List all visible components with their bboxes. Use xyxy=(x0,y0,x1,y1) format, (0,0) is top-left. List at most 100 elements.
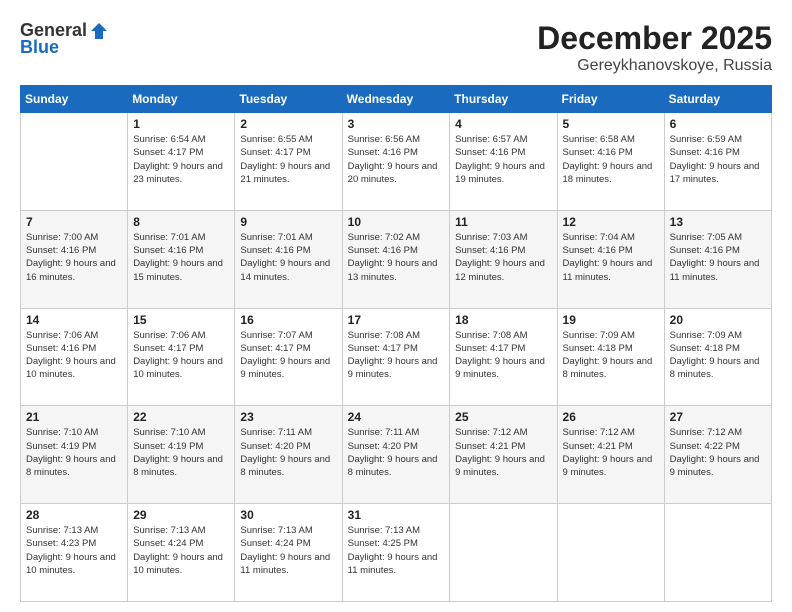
day-info: Sunrise: 7:08 AMSunset: 4:17 PMDaylight:… xyxy=(455,329,551,382)
calendar-week-4: 21 Sunrise: 7:10 AMSunset: 4:19 PMDaylig… xyxy=(21,406,772,504)
day-number: 2 xyxy=(240,117,336,131)
weekday-header-row: SundayMondayTuesdayWednesdayThursdayFrid… xyxy=(21,86,772,113)
page: General Blue December 2025 Gereykhanovsk… xyxy=(0,0,792,612)
day-number: 17 xyxy=(348,313,445,327)
weekday-header-saturday: Saturday xyxy=(664,86,771,113)
calendar-cell xyxy=(450,504,557,602)
calendar-cell: 16 Sunrise: 7:07 AMSunset: 4:17 PMDaylig… xyxy=(235,308,342,406)
day-number: 20 xyxy=(670,313,766,327)
day-number: 10 xyxy=(348,215,445,229)
weekday-header-monday: Monday xyxy=(128,86,235,113)
day-number: 27 xyxy=(670,410,766,424)
day-info: Sunrise: 7:09 AMSunset: 4:18 PMDaylight:… xyxy=(563,329,659,382)
day-number: 3 xyxy=(348,117,445,131)
day-info: Sunrise: 7:04 AMSunset: 4:16 PMDaylight:… xyxy=(563,231,659,284)
day-info: Sunrise: 6:54 AMSunset: 4:17 PMDaylight:… xyxy=(133,133,229,186)
day-number: 25 xyxy=(455,410,551,424)
calendar-cell: 23 Sunrise: 7:11 AMSunset: 4:20 PMDaylig… xyxy=(235,406,342,504)
calendar-table: SundayMondayTuesdayWednesdayThursdayFrid… xyxy=(20,85,772,602)
day-info: Sunrise: 7:07 AMSunset: 4:17 PMDaylight:… xyxy=(240,329,336,382)
calendar-cell: 12 Sunrise: 7:04 AMSunset: 4:16 PMDaylig… xyxy=(557,210,664,308)
day-info: Sunrise: 7:11 AMSunset: 4:20 PMDaylight:… xyxy=(348,426,445,479)
day-info: Sunrise: 6:59 AMSunset: 4:16 PMDaylight:… xyxy=(670,133,766,186)
day-info: Sunrise: 7:06 AMSunset: 4:17 PMDaylight:… xyxy=(133,329,229,382)
day-number: 21 xyxy=(26,410,122,424)
calendar-cell: 7 Sunrise: 7:00 AMSunset: 4:16 PMDayligh… xyxy=(21,210,128,308)
day-info: Sunrise: 7:10 AMSunset: 4:19 PMDaylight:… xyxy=(133,426,229,479)
calendar-cell: 25 Sunrise: 7:12 AMSunset: 4:21 PMDaylig… xyxy=(450,406,557,504)
day-info: Sunrise: 7:12 AMSunset: 4:21 PMDaylight:… xyxy=(563,426,659,479)
day-info: Sunrise: 7:01 AMSunset: 4:16 PMDaylight:… xyxy=(133,231,229,284)
day-info: Sunrise: 7:03 AMSunset: 4:16 PMDaylight:… xyxy=(455,231,551,284)
calendar-cell: 20 Sunrise: 7:09 AMSunset: 4:18 PMDaylig… xyxy=(664,308,771,406)
day-info: Sunrise: 6:58 AMSunset: 4:16 PMDaylight:… xyxy=(563,133,659,186)
calendar-cell: 1 Sunrise: 6:54 AMSunset: 4:17 PMDayligh… xyxy=(128,113,235,211)
calendar-cell: 15 Sunrise: 7:06 AMSunset: 4:17 PMDaylig… xyxy=(128,308,235,406)
calendar-cell xyxy=(21,113,128,211)
calendar-cell xyxy=(557,504,664,602)
calendar-cell: 18 Sunrise: 7:08 AMSunset: 4:17 PMDaylig… xyxy=(450,308,557,406)
day-number: 23 xyxy=(240,410,336,424)
header: General Blue December 2025 Gereykhanovsk… xyxy=(20,20,772,75)
calendar-cell: 10 Sunrise: 7:02 AMSunset: 4:16 PMDaylig… xyxy=(342,210,450,308)
calendar-week-1: 1 Sunrise: 6:54 AMSunset: 4:17 PMDayligh… xyxy=(21,113,772,211)
calendar-cell: 9 Sunrise: 7:01 AMSunset: 4:16 PMDayligh… xyxy=(235,210,342,308)
logo: General Blue xyxy=(20,20,111,58)
title-section: December 2025 Gereykhanovskoye, Russia xyxy=(537,20,772,75)
weekday-header-sunday: Sunday xyxy=(21,86,128,113)
day-number: 5 xyxy=(563,117,659,131)
calendar-cell: 24 Sunrise: 7:11 AMSunset: 4:20 PMDaylig… xyxy=(342,406,450,504)
calendar-cell: 5 Sunrise: 6:58 AMSunset: 4:16 PMDayligh… xyxy=(557,113,664,211)
logo-blue-text: Blue xyxy=(20,37,59,58)
day-info: Sunrise: 6:56 AMSunset: 4:16 PMDaylight:… xyxy=(348,133,445,186)
day-number: 13 xyxy=(670,215,766,229)
calendar-cell: 31 Sunrise: 7:13 AMSunset: 4:25 PMDaylig… xyxy=(342,504,450,602)
calendar-cell: 29 Sunrise: 7:13 AMSunset: 4:24 PMDaylig… xyxy=(128,504,235,602)
calendar-cell: 3 Sunrise: 6:56 AMSunset: 4:16 PMDayligh… xyxy=(342,113,450,211)
day-number: 6 xyxy=(670,117,766,131)
logo-icon xyxy=(89,21,109,41)
calendar-cell: 30 Sunrise: 7:13 AMSunset: 4:24 PMDaylig… xyxy=(235,504,342,602)
month-title: December 2025 xyxy=(537,20,772,57)
day-number: 8 xyxy=(133,215,229,229)
day-number: 30 xyxy=(240,508,336,522)
calendar-cell: 13 Sunrise: 7:05 AMSunset: 4:16 PMDaylig… xyxy=(664,210,771,308)
day-number: 4 xyxy=(455,117,551,131)
day-number: 18 xyxy=(455,313,551,327)
day-info: Sunrise: 7:02 AMSunset: 4:16 PMDaylight:… xyxy=(348,231,445,284)
day-number: 7 xyxy=(26,215,122,229)
day-number: 19 xyxy=(563,313,659,327)
day-info: Sunrise: 6:57 AMSunset: 4:16 PMDaylight:… xyxy=(455,133,551,186)
day-info: Sunrise: 7:08 AMSunset: 4:17 PMDaylight:… xyxy=(348,329,445,382)
day-info: Sunrise: 7:13 AMSunset: 4:24 PMDaylight:… xyxy=(133,524,229,577)
day-number: 9 xyxy=(240,215,336,229)
day-info: Sunrise: 7:06 AMSunset: 4:16 PMDaylight:… xyxy=(26,329,122,382)
day-info: Sunrise: 7:12 AMSunset: 4:22 PMDaylight:… xyxy=(670,426,766,479)
weekday-header-thursday: Thursday xyxy=(450,86,557,113)
calendar-cell: 17 Sunrise: 7:08 AMSunset: 4:17 PMDaylig… xyxy=(342,308,450,406)
calendar-cell: 2 Sunrise: 6:55 AMSunset: 4:17 PMDayligh… xyxy=(235,113,342,211)
day-info: Sunrise: 7:10 AMSunset: 4:19 PMDaylight:… xyxy=(26,426,122,479)
day-info: Sunrise: 7:13 AMSunset: 4:23 PMDaylight:… xyxy=(26,524,122,577)
day-number: 1 xyxy=(133,117,229,131)
calendar-week-3: 14 Sunrise: 7:06 AMSunset: 4:16 PMDaylig… xyxy=(21,308,772,406)
calendar-cell: 22 Sunrise: 7:10 AMSunset: 4:19 PMDaylig… xyxy=(128,406,235,504)
day-number: 22 xyxy=(133,410,229,424)
day-info: Sunrise: 6:55 AMSunset: 4:17 PMDaylight:… xyxy=(240,133,336,186)
day-number: 16 xyxy=(240,313,336,327)
day-info: Sunrise: 7:09 AMSunset: 4:18 PMDaylight:… xyxy=(670,329,766,382)
day-number: 29 xyxy=(133,508,229,522)
day-info: Sunrise: 7:05 AMSunset: 4:16 PMDaylight:… xyxy=(670,231,766,284)
day-info: Sunrise: 7:01 AMSunset: 4:16 PMDaylight:… xyxy=(240,231,336,284)
calendar-cell: 8 Sunrise: 7:01 AMSunset: 4:16 PMDayligh… xyxy=(128,210,235,308)
weekday-header-wednesday: Wednesday xyxy=(342,86,450,113)
weekday-header-tuesday: Tuesday xyxy=(235,86,342,113)
location-title: Gereykhanovskoye, Russia xyxy=(537,57,772,75)
day-info: Sunrise: 7:13 AMSunset: 4:24 PMDaylight:… xyxy=(240,524,336,577)
day-number: 28 xyxy=(26,508,122,522)
calendar-cell: 6 Sunrise: 6:59 AMSunset: 4:16 PMDayligh… xyxy=(664,113,771,211)
calendar-cell: 21 Sunrise: 7:10 AMSunset: 4:19 PMDaylig… xyxy=(21,406,128,504)
calendar-cell: 14 Sunrise: 7:06 AMSunset: 4:16 PMDaylig… xyxy=(21,308,128,406)
calendar-cell: 4 Sunrise: 6:57 AMSunset: 4:16 PMDayligh… xyxy=(450,113,557,211)
calendar-cell: 28 Sunrise: 7:13 AMSunset: 4:23 PMDaylig… xyxy=(21,504,128,602)
